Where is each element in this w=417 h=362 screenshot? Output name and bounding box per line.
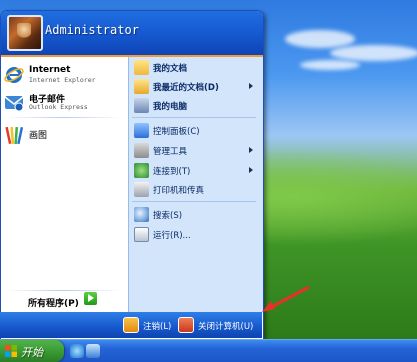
chevron-right-icon	[249, 167, 253, 173]
place-my-computer-label: 我的电脑	[153, 102, 188, 112]
paint-icon	[5, 126, 24, 145]
recent-paint[interactable]: 画图	[3, 123, 123, 153]
place-run-label: 运行(R)...	[153, 231, 191, 241]
pinned-internet-title: Internet	[29, 65, 71, 75]
place-printers[interactable]: 打印机和传真	[131, 181, 259, 199]
computer-icon	[134, 98, 149, 113]
windows-logo-icon	[5, 345, 17, 357]
outlook-express-icon	[4, 96, 24, 112]
printer-icon	[134, 182, 149, 197]
pinned-separator	[6, 117, 121, 118]
username: Administrator	[45, 23, 139, 37]
place-admin-tools-label: 管理工具	[153, 147, 188, 157]
places-separator-2	[132, 201, 256, 202]
start-button[interactable]: 开始	[0, 340, 64, 362]
folder-recent-icon	[134, 79, 149, 94]
start-menu-footer: 注销(L) 关闭计算机(U)	[0, 312, 262, 338]
start-label: 开始	[21, 346, 43, 359]
logoff-label: 注销(L)	[143, 322, 172, 332]
pinned-internet[interactable]: Internet Internet Explorer	[3, 62, 123, 92]
key-icon	[123, 317, 139, 333]
place-recent-documents-label: 我最近的文档(D)	[153, 83, 219, 93]
places-separator	[132, 117, 256, 118]
folder-documents-icon	[134, 60, 149, 75]
place-control-panel-label: 控制面板(C)	[153, 127, 200, 137]
ie-icon	[4, 67, 24, 83]
pinned-email[interactable]: 电子邮件 Outlook Express	[3, 89, 123, 119]
all-programs-arrow-icon[interactable]	[84, 292, 97, 305]
place-recent-documents[interactable]: 我最近的文档(D)	[131, 78, 259, 96]
place-my-computer[interactable]: 我的电脑	[131, 97, 259, 115]
pinned-internet-subtitle: Internet Explorer	[29, 76, 96, 84]
start-menu-header: Administrator	[1, 11, 263, 57]
pinned-email-subtitle: Outlook Express	[29, 103, 88, 111]
all-programs-label[interactable]: 所有程序(P)	[28, 296, 79, 309]
quicklaunch-ie-icon[interactable]	[70, 344, 84, 358]
connect-icon	[134, 163, 149, 178]
user-avatar[interactable]	[7, 15, 43, 51]
chevron-right-icon	[249, 83, 253, 89]
place-printers-label: 打印机和传真	[153, 186, 205, 196]
place-control-panel[interactable]: 控制面板(C)	[131, 122, 259, 140]
shutdown-label: 关闭计算机(U)	[198, 322, 254, 332]
place-run[interactable]: 运行(R)...	[131, 226, 259, 244]
recent-paint-title: 画图	[29, 131, 48, 141]
place-search-label: 搜索(S)	[153, 211, 183, 221]
quicklaunch-desktop-icon[interactable]	[86, 344, 100, 358]
chevron-right-icon	[249, 147, 253, 153]
admin-tools-icon	[134, 143, 149, 158]
place-my-documents-label: 我的文档	[153, 64, 188, 74]
place-connect-to-label: 连接到(T)	[153, 167, 191, 177]
all-programs-separator	[6, 290, 121, 291]
taskbar: 开始	[0, 339, 417, 362]
power-icon	[178, 317, 194, 333]
search-icon	[134, 207, 149, 222]
place-search[interactable]: 搜索(S)	[131, 206, 259, 224]
place-admin-tools[interactable]: 管理工具	[131, 142, 259, 160]
control-panel-icon	[134, 123, 149, 138]
place-my-documents[interactable]: 我的文档	[131, 59, 259, 77]
place-connect-to[interactable]: 连接到(T)	[131, 162, 259, 180]
run-icon	[134, 227, 149, 242]
